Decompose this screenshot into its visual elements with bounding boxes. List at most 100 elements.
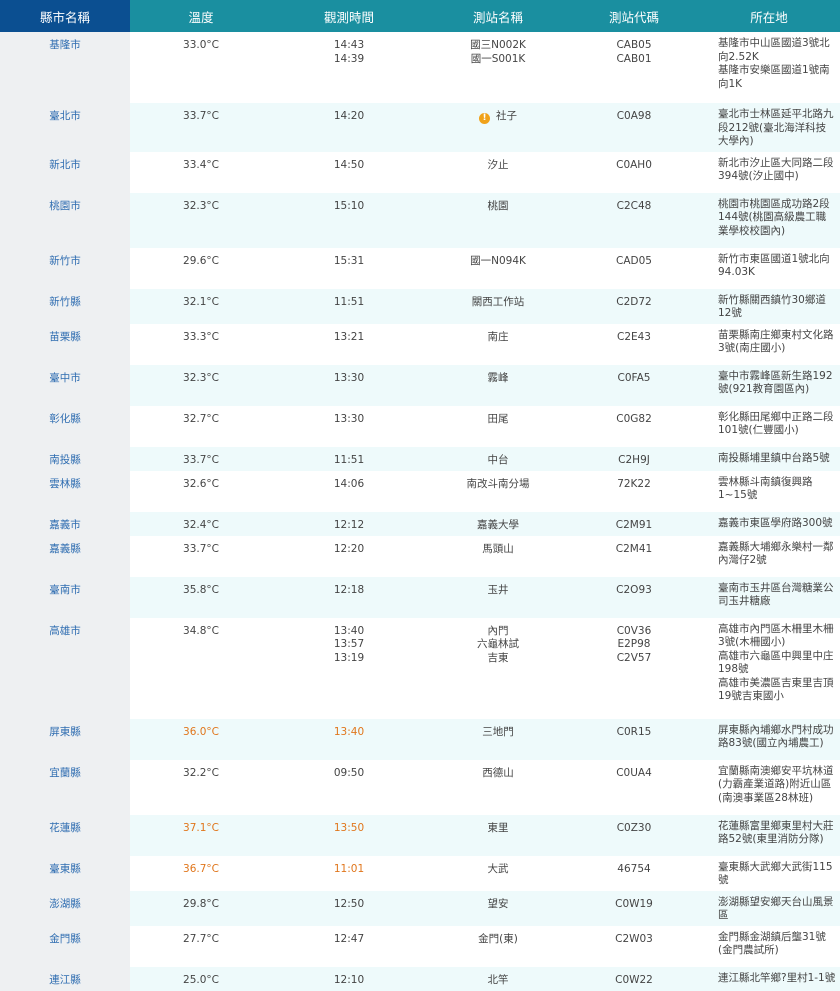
- station-code: C0R15: [570, 718, 698, 760]
- address-line: 臺中市霧峰區新生路192號(921教育園區內): [718, 369, 833, 396]
- station-code-value: C0V36: [616, 624, 652, 637]
- city-name-link[interactable]: 新竹縣: [0, 288, 130, 324]
- city-name-link[interactable]: 新北市: [0, 151, 130, 193]
- city-name-link[interactable]: 南投縣: [0, 446, 130, 471]
- address-line: 連江縣北竿鄉?里村1-1號: [718, 971, 836, 984]
- station-name-value: 馬頭山: [482, 542, 514, 555]
- temperature-value: 32.3°C: [130, 192, 272, 248]
- city-name-link[interactable]: 基隆市: [0, 32, 130, 103]
- city-name-link[interactable]: 屏東縣: [0, 718, 130, 760]
- table-row: 臺南市 35.8°C 12:18 玉井 C2O93 臺南市玉井區台灣糖業公司玉井糖廠: [0, 576, 840, 618]
- warning-icon: !: [479, 113, 490, 124]
- station-code-value: C2W03: [615, 932, 653, 945]
- station-name-value: 南庄: [487, 330, 509, 343]
- time-value: 13:57: [333, 638, 365, 650]
- table-row: 新竹縣 32.1°C 11:51 關西工作站 C2D72 新竹縣關西鎮竹30鄉道12號: [0, 288, 840, 324]
- observation-time: 13:21: [272, 324, 426, 365]
- station-address: 南投縣埔里鎮中台路5號: [698, 446, 840, 471]
- station-code: C2W03: [570, 926, 698, 967]
- address-line: 嘉義市東區學府路300號: [718, 516, 833, 529]
- time-value: 14:39: [333, 52, 365, 65]
- station-name: 中台: [426, 446, 570, 471]
- station-name-value: 田尾: [487, 412, 509, 425]
- station-address: 臺東縣大武鄉大武街115號: [698, 856, 840, 891]
- station-address: 臺南市玉井區台灣糖業公司玉井糖廠: [698, 576, 840, 618]
- station-name-value: 西德山: [482, 766, 514, 779]
- temperature-value: 33.7°C: [130, 446, 272, 471]
- city-name-link[interactable]: 連江縣: [0, 966, 130, 991]
- station-code-value: C0A98: [616, 110, 652, 122]
- station-name-value: 社子: [496, 110, 517, 122]
- observation-time: 11:01: [272, 856, 426, 891]
- observation-time: 11:51: [272, 446, 426, 471]
- city-name-link[interactable]: 臺東縣: [0, 855, 130, 891]
- station-code-value: C2V57: [616, 651, 652, 664]
- temperature-value: 32.1°C: [130, 288, 272, 324]
- station-code-value: C0Z30: [616, 821, 652, 834]
- time-value: 12:20: [333, 542, 365, 555]
- station-name-value: 汐止: [487, 158, 509, 171]
- observation-time: 13:30: [272, 364, 426, 406]
- time-value: 15:31: [333, 254, 365, 267]
- station-name-value: 霧峰: [487, 371, 509, 384]
- header-station-name[interactable]: 測站名稱: [426, 0, 570, 32]
- city-name-link[interactable]: 澎湖縣: [0, 890, 130, 926]
- header-city[interactable]: 縣市名稱: [0, 0, 130, 32]
- city-name-link[interactable]: 宜蘭縣: [0, 759, 130, 815]
- time-value: 14:06: [333, 477, 365, 490]
- temperature-value: 27.7°C: [183, 932, 219, 945]
- city-name-link[interactable]: 彰化縣: [0, 405, 130, 447]
- station-code: 72K22: [570, 471, 698, 512]
- city-name-link[interactable]: 臺北市: [0, 103, 130, 152]
- station-address: 彰化縣田尾鄉中正路二段101號(仁豐國小): [698, 406, 840, 447]
- station-name: 國一N094K: [426, 248, 570, 289]
- time-value: 12:10: [333, 973, 365, 986]
- station-name-value: 國一N094K: [470, 254, 526, 267]
- time-value: 14:43: [333, 39, 365, 51]
- observation-time: 12:10: [272, 966, 426, 991]
- city-name-link[interactable]: 新竹市: [0, 247, 130, 289]
- city-name-link[interactable]: 桃園市: [0, 192, 130, 248]
- table-row: 嘉義市 32.4°C 12:12 嘉義大學 C2M91 嘉義市東區學府路300號: [0, 511, 840, 536]
- temperature-value: 33.7°C: [130, 103, 272, 152]
- time-value: 12:47: [333, 932, 365, 945]
- observation-time: 12:20: [272, 536, 426, 577]
- address-line: 高雄市內門區木柵里木柵3號(木柵國小): [718, 622, 834, 649]
- city-name-link[interactable]: 嘉義市: [0, 511, 130, 536]
- station-address: 新竹縣關西鎮竹30鄉道12號: [698, 288, 840, 324]
- station-code: C2O93: [570, 576, 698, 618]
- header-location[interactable]: 所在地: [698, 0, 840, 32]
- station-name: 關西工作站: [426, 288, 570, 324]
- city-name-link[interactable]: 臺中市: [0, 364, 130, 406]
- station-name: 金門(東): [426, 926, 570, 967]
- city-name-link[interactable]: 金門縣: [0, 925, 130, 967]
- station-code: CAD05: [570, 248, 698, 289]
- station-name-value: 國一S001K: [470, 52, 526, 65]
- address-line: 新北市汐止區大同路二段394號(汐止國中): [718, 156, 834, 183]
- station-code: C2M91: [570, 511, 698, 536]
- temperature-value: 37.1°C: [130, 814, 272, 856]
- address-line: 屏東縣內埔鄉水門村成功路83號(國立內埔農工): [718, 723, 834, 750]
- city-name-link[interactable]: 雲林縣: [0, 470, 130, 512]
- station-name-value: 北竿: [487, 973, 509, 986]
- city-name-link[interactable]: 苗栗縣: [0, 323, 130, 365]
- observation-time: 11:51: [272, 288, 426, 324]
- station-name: 霧峰: [426, 364, 570, 406]
- station-code: C0FA5: [570, 364, 698, 406]
- station-address: 桃園市桃園區成功路2段144號(桃園高級農工職業學校校園內): [698, 192, 840, 248]
- header-temperature[interactable]: 溫度: [130, 0, 272, 32]
- address-line: 高雄市美濃區吉東里吉頂19號吉東國小: [718, 676, 834, 703]
- table-row: 苗栗縣 33.3°C 13:21 南庄 C2E43 苗栗縣南庄鄉東村文化路3號(南庄國小): [0, 323, 840, 365]
- header-station-code[interactable]: 測站代碼: [570, 0, 698, 32]
- time-value: 11:51: [333, 295, 365, 308]
- station-code: C0UA4: [570, 760, 698, 815]
- station-name-value: 桃園: [487, 199, 509, 212]
- time-value: 13:50: [333, 821, 365, 834]
- city-name-link[interactable]: 臺南市: [0, 576, 130, 618]
- temperature-value: 36.7°C: [183, 862, 219, 875]
- station-name-value: 金門(東): [478, 932, 518, 945]
- city-name-link[interactable]: 花蓮縣: [0, 814, 130, 856]
- city-name-link[interactable]: 嘉義縣: [0, 535, 130, 577]
- header-observation-time[interactable]: 觀測時間: [272, 0, 426, 32]
- city-name-link[interactable]: 高雄市: [0, 617, 130, 719]
